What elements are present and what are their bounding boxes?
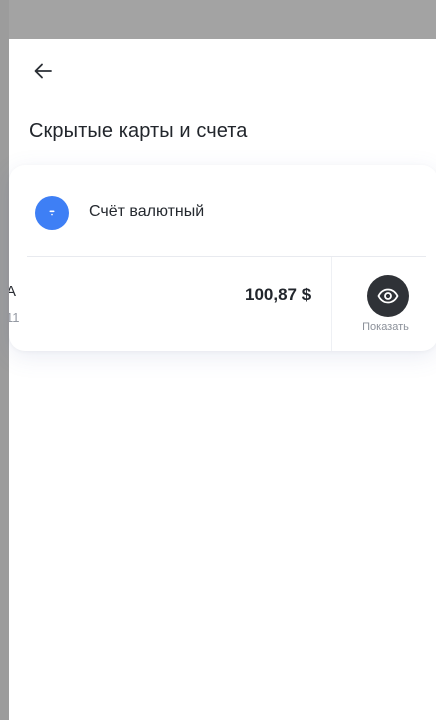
account-balance: 100,87 $ xyxy=(245,285,312,304)
account-icon xyxy=(35,196,69,230)
show-account-button[interactable]: Показать xyxy=(331,257,436,351)
account-row-label: A xyxy=(9,283,17,300)
account-name: Счёт валютный xyxy=(89,203,205,220)
page-title: Скрытые карты и счета xyxy=(29,120,248,142)
hidden-account-card: Счёт валютный A 11 100,87 $ Показать xyxy=(9,165,436,351)
eye-button[interactable] xyxy=(367,275,409,317)
back-button[interactable] xyxy=(29,57,57,85)
eye-icon xyxy=(377,288,399,304)
left-edge-strip xyxy=(0,0,9,720)
status-bar xyxy=(9,0,436,39)
arrow-left-icon xyxy=(34,63,52,79)
show-label: Показать xyxy=(362,321,409,333)
account-row-sublabel: 11 xyxy=(9,310,20,325)
